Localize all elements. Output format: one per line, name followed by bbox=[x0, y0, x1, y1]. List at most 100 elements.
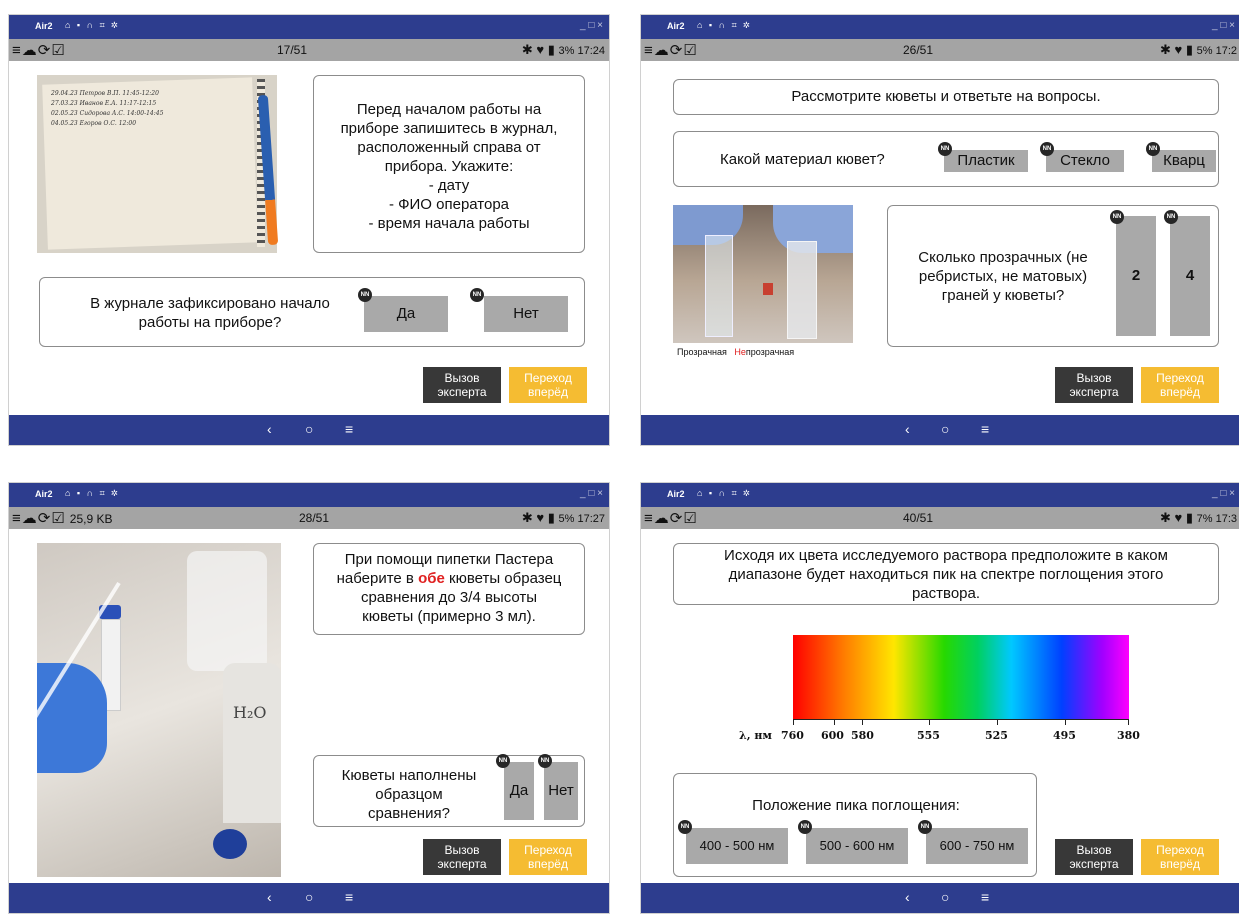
window-controls[interactable]: _ □ × bbox=[580, 488, 603, 499]
answer-no-button[interactable]: Нет bbox=[484, 296, 568, 332]
menu-icon[interactable]: ≡ bbox=[981, 889, 989, 905]
call-expert-button[interactable]: Вызов эксперта bbox=[1055, 367, 1133, 403]
status-text: 3% 17:24 bbox=[558, 45, 605, 57]
heading-line: раствора. bbox=[911, 585, 981, 602]
tick-mark bbox=[997, 719, 998, 725]
nn-badge-icon: NN bbox=[1164, 210, 1178, 224]
question-text: В журнале зафиксировано начало работы на… bbox=[50, 294, 370, 332]
question-line: граней у кюветы? bbox=[941, 287, 1065, 304]
bluetooth-wifi-battery-icon: ✱ ♥ ▮ bbox=[521, 42, 559, 57]
option-plastic-button[interactable]: Пластик bbox=[944, 150, 1028, 172]
notebook-line: 04.05.23 Егоров О.С. 12:00 bbox=[51, 120, 137, 127]
heading-box: Рассмотрите кюветы и ответьте на вопросы… bbox=[673, 79, 1219, 115]
tray-icons: ⌂ ▪ ∩ ⌗ ✲ bbox=[65, 488, 120, 498]
window-titlebar: Air2 ⌂ ▪ ∩ ⌗ ✲ _ □ × bbox=[9, 483, 609, 507]
battery-clock: ✱ ♥ ▮ 3% 17:24 bbox=[522, 42, 605, 58]
question-line: Кюветы наполнены bbox=[341, 767, 477, 784]
nn-badge-icon: NN bbox=[1040, 142, 1054, 156]
question-line: сравнения? bbox=[368, 805, 450, 822]
highlight-word: обе bbox=[418, 570, 445, 587]
option-quartz-button[interactable]: Кварц bbox=[1152, 150, 1216, 172]
instruction-line: При помощи пипетки Пастера bbox=[344, 551, 554, 568]
page-counter: 26/51 bbox=[903, 43, 934, 57]
next-button[interactable]: Переход вперёд bbox=[1141, 839, 1219, 875]
status-icons[interactable]: ≡☁⟳☑ bbox=[12, 41, 66, 59]
window-controls[interactable]: _ □ × bbox=[1212, 20, 1235, 31]
option-400-500-button[interactable]: 400 - 500 нм bbox=[686, 828, 788, 864]
status-bar: ≡☁⟳☑ 17/51 ✱ ♥ ▮ 3% 17:24 bbox=[9, 39, 609, 61]
call-expert-button[interactable]: Вызов эксперта bbox=[1055, 839, 1133, 875]
tick-label: 580 bbox=[851, 729, 874, 742]
home-icon[interactable]: ○ bbox=[305, 421, 313, 437]
next-button[interactable]: Переход вперёд bbox=[509, 367, 587, 403]
android-navbar: ‹ ○ ≡ bbox=[641, 883, 1239, 913]
status-icons[interactable]: ≡☁⟳☑ bbox=[644, 41, 698, 59]
status-text: 5% 17:27 bbox=[558, 513, 605, 525]
app-name: Air2 bbox=[667, 21, 685, 31]
question-box: В журнале зафиксировано начало работы на… bbox=[39, 277, 585, 347]
tick-mark bbox=[929, 719, 930, 725]
android-navbar: ‹ ○ ≡ bbox=[9, 883, 609, 913]
menu-icon[interactable]: ≡ bbox=[345, 421, 353, 437]
android-navbar: ‹ ○ ≡ bbox=[641, 415, 1239, 445]
nn-badge-icon: NN bbox=[1110, 210, 1124, 224]
heading-line: диапазоне будет находиться пик на спектр… bbox=[728, 566, 1164, 583]
nn-badge-icon: NN bbox=[938, 142, 952, 156]
instruction-line: сравнения до 3/4 высоты bbox=[360, 589, 538, 606]
instruction-line: - ФИО оператора bbox=[388, 196, 510, 213]
nn-badge-icon: NN bbox=[678, 820, 692, 834]
back-icon[interactable]: ‹ bbox=[905, 889, 910, 905]
notebook-line: 29.04.23 Петров В.П. 11:45-12:20 bbox=[51, 90, 159, 97]
nn-badge-icon: NN bbox=[538, 754, 552, 768]
next-button[interactable]: Переход вперёд bbox=[1141, 367, 1219, 403]
notebook-line: 27.03.23 Иванов Е.А. 11:17-12:15 bbox=[51, 100, 157, 107]
tick-mark bbox=[793, 719, 794, 725]
back-icon[interactable]: ‹ bbox=[267, 889, 272, 905]
axis-label: λ, нм bbox=[739, 729, 772, 742]
heading-line: Исходя их цвета исследуемого раствора пр… bbox=[724, 547, 1168, 564]
tick-label: 760 bbox=[781, 729, 804, 742]
nn-badge-icon: NN bbox=[1146, 142, 1160, 156]
status-text: 5% 17:2 bbox=[1196, 45, 1237, 57]
menu-icon[interactable]: ≡ bbox=[981, 421, 989, 437]
menu-icon[interactable]: ≡ bbox=[345, 889, 353, 905]
caption-transparent: Прозрачная bbox=[677, 347, 727, 357]
heading-box: Исходя их цвета исследуемого раствора пр… bbox=[673, 543, 1219, 605]
screen-17: Air2 ⌂ ▪ ∩ ⌗ ✲ _ □ × ≡☁⟳☑ 17/51 ✱ ♥ ▮ 3%… bbox=[8, 14, 610, 446]
option-500-600-button[interactable]: 500 - 600 нм bbox=[806, 828, 908, 864]
question-line: образцом bbox=[375, 786, 443, 803]
status-bar: ≡☁⟳☑ 25,9 KB 28/51 ✱ ♥ ▮ 5% 17:27 bbox=[9, 507, 609, 529]
back-icon[interactable]: ‹ bbox=[267, 421, 272, 437]
home-icon[interactable]: ○ bbox=[941, 421, 949, 437]
instruction-line: приборе запишитесь в журнал, bbox=[340, 120, 558, 137]
nn-badge-icon: NN bbox=[496, 754, 510, 768]
tick-label: 495 bbox=[1053, 729, 1076, 742]
home-icon[interactable]: ○ bbox=[941, 889, 949, 905]
notebook-line: 02.05.23 Сидорова А.С. 14:00-14:45 bbox=[51, 110, 164, 117]
status-icons[interactable]: ≡☁⟳☑ 25,9 KB bbox=[12, 509, 112, 527]
window-controls[interactable]: _ □ × bbox=[1212, 488, 1235, 499]
bluetooth-wifi-battery-icon: ✱ ♥ ▮ bbox=[1160, 42, 1197, 57]
window-controls[interactable]: _ □ × bbox=[580, 20, 603, 31]
option-600-750-button[interactable]: 600 - 750 нм bbox=[926, 828, 1028, 864]
home-icon[interactable]: ○ bbox=[305, 889, 313, 905]
option-2-button[interactable]: 2 bbox=[1116, 216, 1156, 336]
app-name: Air2 bbox=[667, 489, 685, 499]
red-cap bbox=[763, 283, 773, 295]
answer-no-button[interactable]: Нет bbox=[544, 762, 578, 820]
call-expert-button[interactable]: Вызов эксперта bbox=[423, 839, 501, 875]
bluetooth-wifi-battery-icon: ✱ ♥ ▮ bbox=[1160, 510, 1197, 525]
next-button[interactable]: Переход вперёд bbox=[509, 839, 587, 875]
call-expert-button[interactable]: Вызов эксперта bbox=[423, 367, 501, 403]
option-4-button[interactable]: 4 bbox=[1170, 216, 1210, 336]
question-line: В журнале зафиксировано начало bbox=[90, 295, 330, 312]
bluetooth-wifi-battery-icon: ✱ ♥ ▮ bbox=[521, 510, 559, 525]
question-box: Положение пика поглощения: 400 - 500 нм … bbox=[673, 773, 1037, 877]
answer-yes-button[interactable]: Да bbox=[504, 762, 534, 820]
page-counter: 17/51 bbox=[277, 43, 308, 57]
answer-yes-button[interactable]: Да bbox=[364, 296, 448, 332]
instruction-line: кюветы (примерно 3 мл). bbox=[362, 608, 536, 625]
status-icons[interactable]: ≡☁⟳☑ bbox=[644, 509, 698, 527]
back-icon[interactable]: ‹ bbox=[905, 421, 910, 437]
option-glass-button[interactable]: Стекло bbox=[1046, 150, 1124, 172]
